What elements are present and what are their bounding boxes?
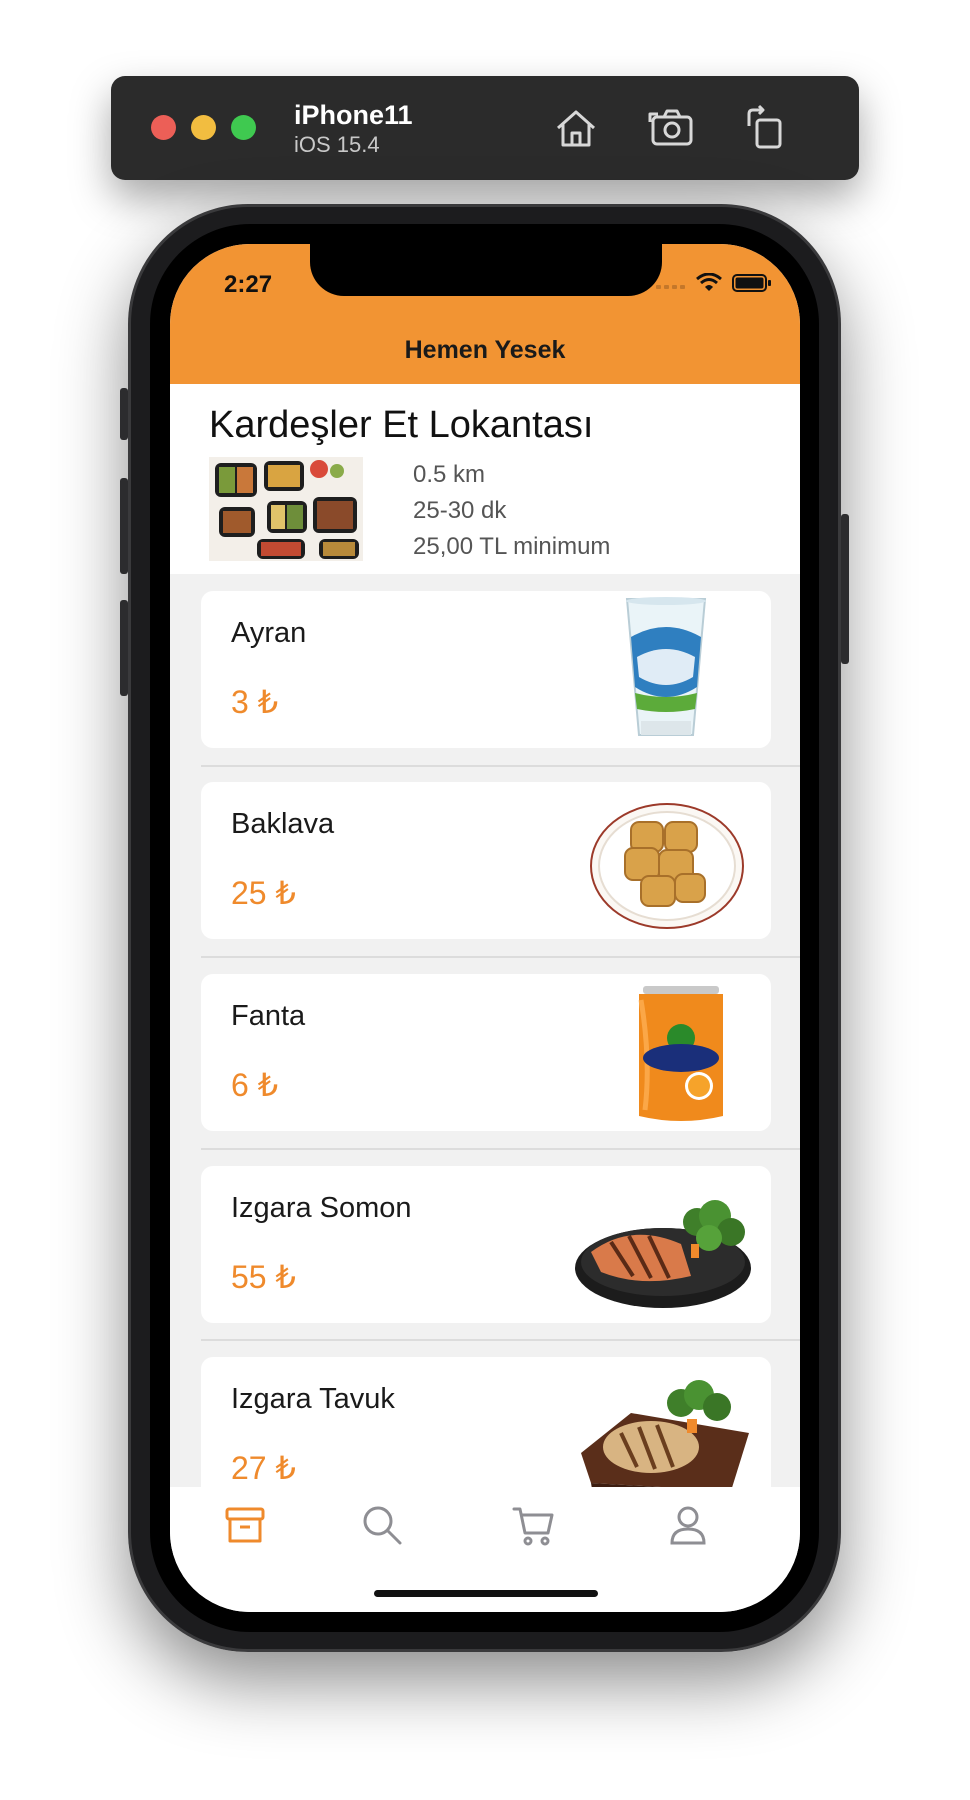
close-window-button[interactable] (151, 115, 176, 140)
search-tab-icon[interactable] (358, 1501, 406, 1549)
battery-icon (732, 274, 771, 292)
mute-switch (120, 388, 128, 440)
menu-item-price: 25 ₺ (231, 875, 296, 911)
menu-item-name: Izgara Tavuk (231, 1383, 395, 1415)
restaurant-distance: 0.5 km (413, 461, 486, 488)
ayran-cup-image (571, 597, 751, 742)
menu-list[interactable]: Ayran 3 ₺ Baklava 25 ₺ Fanta 6 ₺ Izgara … (170, 574, 800, 1487)
separator (201, 1339, 800, 1341)
grilled-chicken-image (571, 1363, 751, 1487)
store-tab-icon[interactable] (221, 1501, 269, 1549)
menu-item-price: 55 ₺ (231, 1259, 296, 1295)
menu-item[interactable]: Izgara Tavuk 27 ₺ (201, 1357, 771, 1487)
volume-up-button (120, 478, 128, 574)
menu-item[interactable]: Ayran 3 ₺ (201, 591, 771, 748)
phone-screen: 2:27 Hemen Yesek Kardeşler Et Lokantası (170, 244, 800, 1612)
fanta-can-image (571, 980, 751, 1125)
menu-item-price: 3 ₺ (231, 684, 279, 720)
restaurant-header: Kardeşler Et Lokantası 0.5 km 25-30 dk 2… (170, 384, 800, 574)
restaurant-delivery-time: 25-30 dk (413, 497, 507, 524)
separator (201, 956, 800, 958)
restaurant-name: Kardeşler Et Lokantası (209, 404, 594, 446)
restaurant-minimum-order: 25,00 TL minimum (413, 533, 611, 560)
screenshot-icon[interactable] (648, 104, 696, 152)
menu-item-name: Fanta (231, 1000, 306, 1032)
wifi-icon (696, 273, 722, 291)
notch (310, 244, 662, 296)
signal-icon (656, 285, 685, 289)
navigation-bar: 2:27 Hemen Yesek (170, 244, 800, 384)
menu-item[interactable]: Izgara Somon 55 ₺ (201, 1166, 771, 1323)
page-title: Hemen Yesek (404, 336, 566, 364)
device-name: iPhone11 (294, 100, 413, 130)
minimize-window-button[interactable] (191, 115, 216, 140)
volume-down-button (120, 600, 128, 696)
home-icon[interactable] (552, 104, 600, 152)
menu-item-name: Izgara Somon (231, 1192, 412, 1224)
rotate-icon[interactable] (741, 104, 789, 152)
baklava-plate-image (571, 788, 751, 933)
separator (201, 1148, 800, 1150)
power-button (841, 514, 849, 664)
grilled-salmon-image (571, 1172, 751, 1317)
restaurant-image (209, 457, 363, 561)
menu-item-price: 27 ₺ (231, 1450, 296, 1486)
menu-item-name: Ayran (231, 617, 307, 649)
separator (201, 765, 800, 767)
profile-tab-icon[interactable] (664, 1501, 712, 1549)
device-os-version: iOS 15.4 (294, 132, 380, 157)
menu-item-price: 6 ₺ (231, 1067, 279, 1103)
menu-item-name: Baklava (231, 808, 335, 840)
cart-tab-icon[interactable] (510, 1501, 558, 1549)
status-icons (656, 272, 772, 294)
home-indicator[interactable] (374, 1590, 598, 1597)
menu-item[interactable]: Baklava 25 ₺ (201, 782, 771, 939)
simulator-toolbar: iPhone11 iOS 15.4 (111, 76, 859, 180)
restaurant-info: 0.5 km 25-30 dk 25,00 TL minimum (413, 457, 610, 565)
menu-item[interactable]: Fanta 6 ₺ (201, 974, 771, 1131)
status-time: 2:27 (224, 271, 273, 298)
fullscreen-window-button[interactable] (231, 115, 256, 140)
